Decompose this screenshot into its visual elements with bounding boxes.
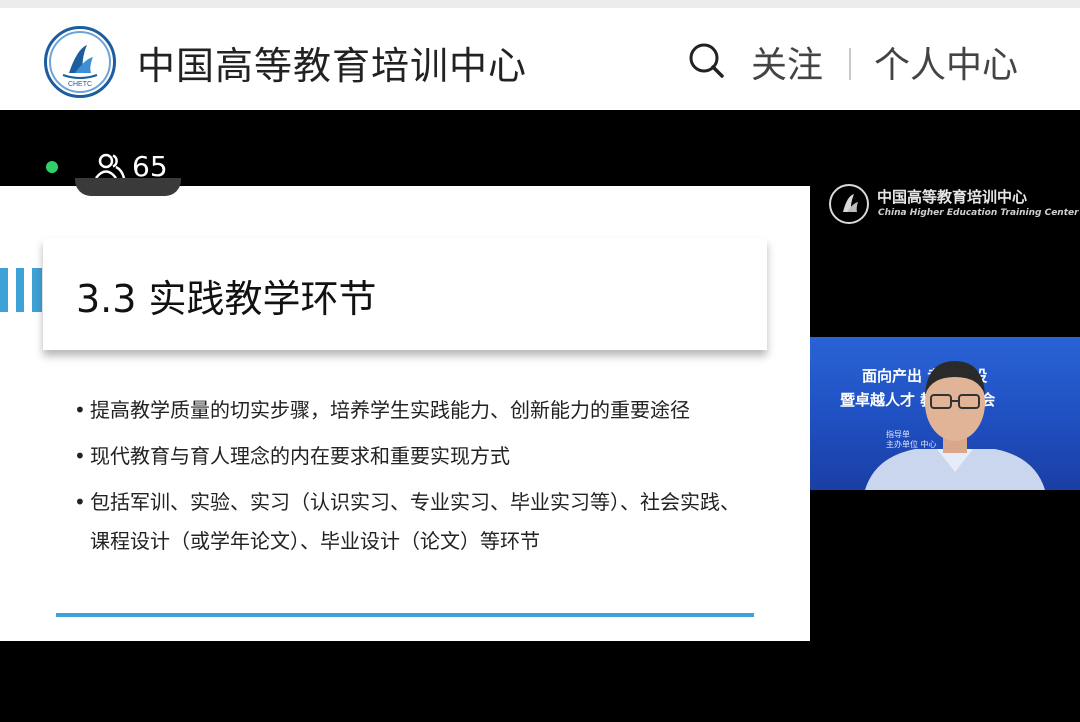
watermark-emblem-icon <box>829 184 869 224</box>
profile-center-button[interactable]: 个人中心 <box>874 36 1018 88</box>
slide-decoration-bars <box>0 268 42 312</box>
search-button[interactable] <box>686 40 726 80</box>
app-title: 中国高等教育培训中心 <box>137 44 528 88</box>
speaker-video[interactable]: 面向产出 专业建设 暨卓越人才 教革研讨会 指导单 主办单位 中心 <box>810 337 1080 490</box>
live-indicator-dot <box>46 161 58 173</box>
slide-bullet: 提高教学质量的切实步骤，培养学生实践能力、创新能力的重要途径 <box>74 391 754 430</box>
slide-bullet: 包括军训、实验、实习（认识实习、专业实习、毕业实习等）、社会实践、课程设计（或学… <box>74 483 754 561</box>
viewers-icon <box>95 153 126 179</box>
logo-icon: CHETC <box>49 31 111 93</box>
watermark-logo: 中国高等教育培训中心 China Higher Education Traini… <box>829 184 1079 228</box>
overlay-pill <box>75 178 181 196</box>
search-icon <box>689 43 724 78</box>
header-divider <box>849 48 851 80</box>
watermark-subtitle: China Higher Education Training Center <box>878 208 1079 218</box>
speaker-person-icon <box>865 361 1045 490</box>
app-header: CHETC 中国高等教育培训中心 关注 个人中心 <box>0 8 1080 110</box>
slide-bullet-list: 提高教学质量的切实步骤，培养学生实践能力、创新能力的重要途径 现代教育与育人理念… <box>74 391 754 568</box>
slide-accent-line <box>56 613 754 617</box>
follow-button[interactable]: 关注 <box>751 36 823 88</box>
slide-title-box: 3.3 实践教学环节 <box>43 238 767 350</box>
organization-logo: CHETC <box>44 26 116 98</box>
svg-text:CHETC: CHETC <box>68 81 92 88</box>
slide-bullet: 现代教育与育人理念的内在要求和重要实现方式 <box>74 437 754 476</box>
status-strip <box>0 0 1080 8</box>
watermark-title: 中国高等教育培训中心 <box>877 188 1028 206</box>
presentation-slide: 3.3 实践教学环节 提高教学质量的切实步骤，培养学生实践能力、创新能力的重要途… <box>0 186 810 641</box>
slide-title: 3.3 实践教学环节 <box>76 277 377 321</box>
